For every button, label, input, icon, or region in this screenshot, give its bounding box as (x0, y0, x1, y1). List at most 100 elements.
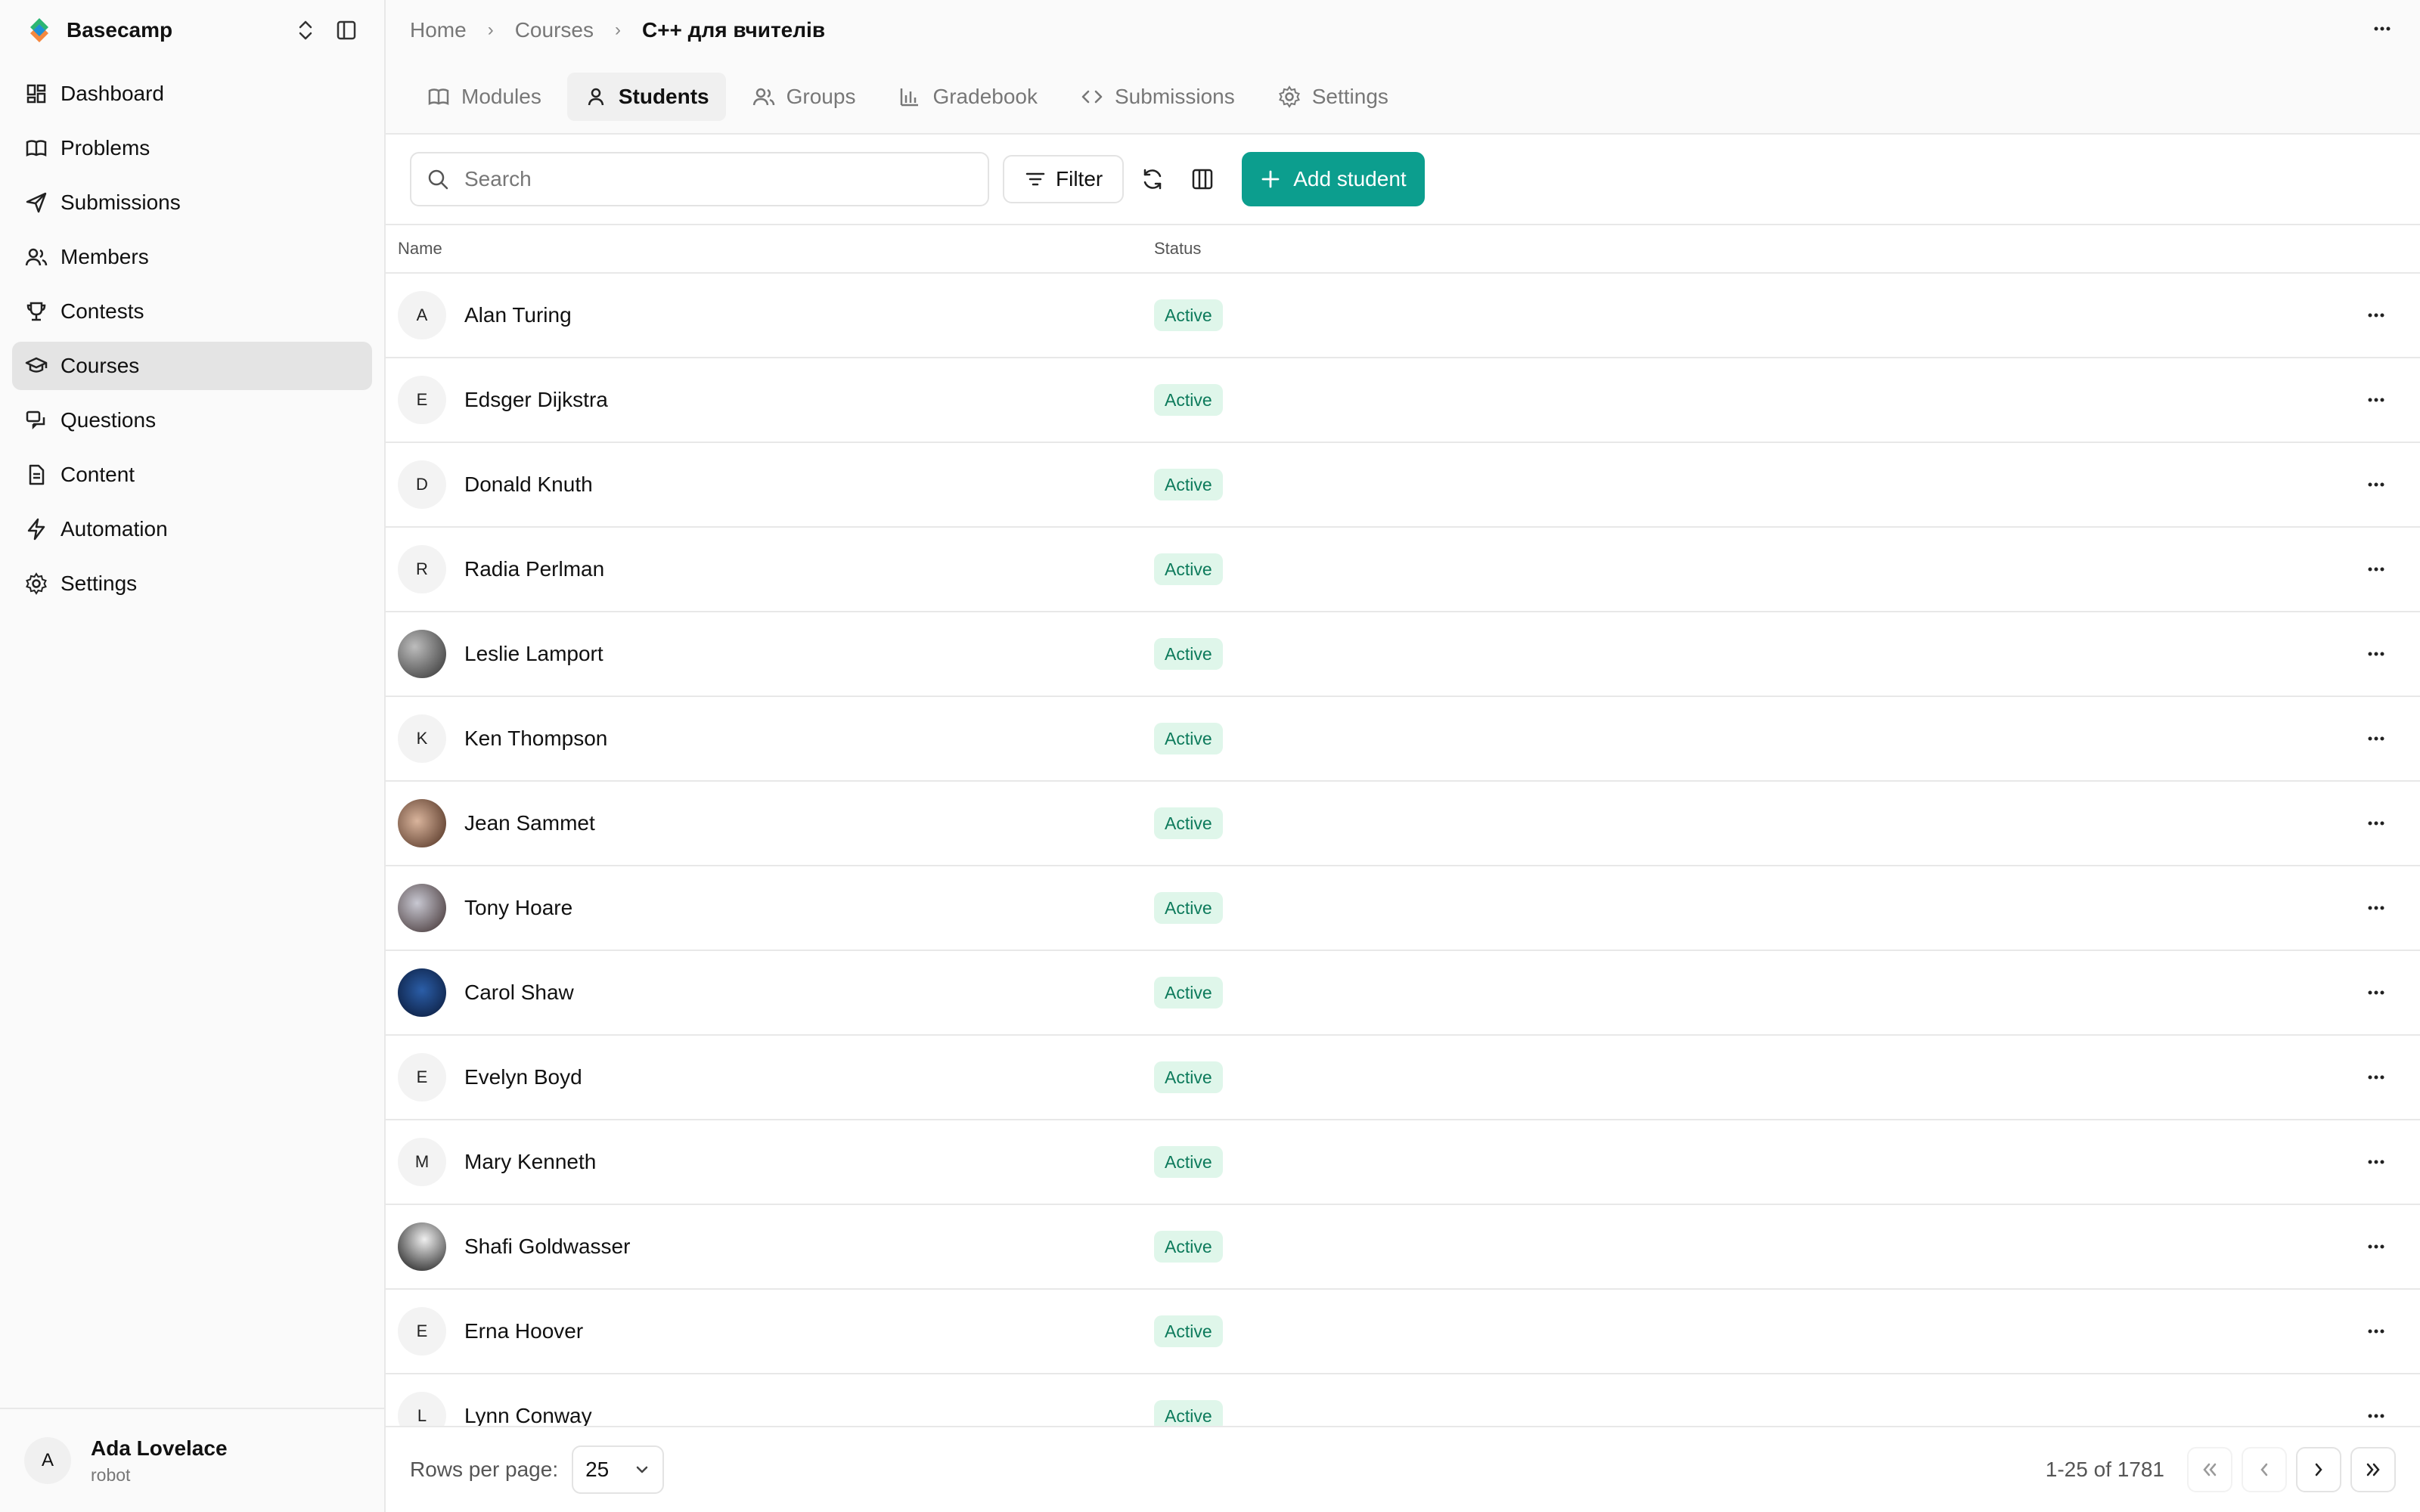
tab-groups[interactable]: Groups (735, 73, 873, 121)
table-row[interactable]: D Donald Knuth Active (386, 443, 2420, 528)
row-actions-button[interactable] (2358, 805, 2394, 841)
student-name[interactable]: Radia Perlman (464, 557, 1154, 581)
last-page-button[interactable] (2350, 1447, 2396, 1492)
sidebar-item-settings[interactable]: Settings (12, 559, 372, 608)
sidebar-item-automation[interactable]: Automation (12, 505, 372, 553)
toggle-sidebar-button[interactable] (333, 17, 360, 44)
ellipsis-icon (2368, 736, 2384, 741)
table-row[interactable]: Leslie Lamport Active (386, 612, 2420, 697)
sidebar-item-members[interactable]: Members (12, 233, 372, 281)
student-name[interactable]: Edsger Dijkstra (464, 388, 1154, 412)
student-name[interactable]: Erna Hoover (464, 1319, 1154, 1343)
user-profile[interactable]: A Ada Lovelace robot (0, 1408, 384, 1512)
tab-settings[interactable]: Settings (1261, 73, 1405, 121)
student-name[interactable]: Lynn Conway (464, 1404, 1154, 1427)
breadcrumb-home[interactable]: Home (410, 18, 467, 42)
student-name[interactable]: Carol Shaw (464, 981, 1154, 1005)
column-header-name[interactable]: Name (398, 239, 1154, 259)
sidebar-item-courses[interactable]: Courses (12, 342, 372, 390)
student-name[interactable]: Shafi Goldwasser (464, 1235, 1154, 1259)
student-name[interactable]: Ken Thompson (464, 727, 1154, 751)
filter-button[interactable]: Filter (1003, 155, 1125, 203)
student-name[interactable]: Donald Knuth (464, 472, 1154, 497)
ellipsis-icon (2368, 1075, 2384, 1080)
tab-submissions[interactable]: Submissions (1063, 73, 1252, 121)
ellipsis-icon (2368, 1414, 2384, 1418)
row-actions-button[interactable] (2358, 1313, 2394, 1349)
next-page-button[interactable] (2296, 1447, 2341, 1492)
app-name: Basecamp (67, 18, 173, 42)
row-actions-button[interactable] (2358, 1059, 2394, 1095)
sidebar-item-content[interactable]: Content (12, 451, 372, 499)
page-more-button[interactable] (2369, 15, 2396, 46)
table-row[interactable]: Jean Sammet Active (386, 782, 2420, 866)
row-actions-button[interactable] (2358, 890, 2394, 926)
sidebar-item-label: Contests (60, 299, 144, 323)
table-row[interactable]: Tony Hoare Active (386, 866, 2420, 951)
sidebar-item-submissions[interactable]: Submissions (12, 178, 372, 227)
student-name[interactable]: Tony Hoare (464, 896, 1154, 920)
tab-gradebook[interactable]: Gradebook (881, 73, 1054, 121)
search-input[interactable] (463, 166, 957, 192)
column-header-status[interactable]: Status (1154, 239, 1201, 259)
avatar (398, 799, 446, 847)
chevrons-up-down-icon (299, 20, 312, 40)
row-actions-button[interactable] (2358, 1398, 2394, 1427)
table-row[interactable]: E Edsger Dijkstra Active (386, 358, 2420, 443)
refresh-icon (1143, 169, 1162, 190)
student-name[interactable]: Leslie Lamport (464, 642, 1154, 666)
search-box[interactable] (410, 152, 989, 206)
refresh-button[interactable] (1131, 158, 1174, 200)
avatar: L (398, 1392, 446, 1427)
table-row[interactable]: R Radia Perlman Active (386, 528, 2420, 612)
user-role: robot (91, 1464, 131, 1485)
status-cell: Active (1154, 1061, 1223, 1093)
top-bar: Home › Courses › C++ для вчителів (386, 0, 2420, 60)
columns-button[interactable] (1181, 158, 1224, 200)
workspace-select-button[interactable] (292, 17, 319, 44)
table-row[interactable]: L Lynn Conway Active (386, 1374, 2420, 1427)
student-name[interactable]: Evelyn Boyd (464, 1065, 1154, 1089)
row-actions-button[interactable] (2358, 1228, 2394, 1265)
table-row[interactable]: E Erna Hoover Active (386, 1290, 2420, 1374)
previous-page-button[interactable] (2242, 1447, 2287, 1492)
row-actions-button[interactable] (2358, 551, 2394, 587)
table-row[interactable]: Carol Shaw Active (386, 951, 2420, 1036)
send-icon (26, 192, 47, 213)
breadcrumb-current: C++ для вчителів (641, 18, 826, 42)
table-row[interactable]: A Alan Turing Active (386, 274, 2420, 358)
sidebar-item-questions[interactable]: Questions (12, 396, 372, 445)
chevrons-right-icon (2366, 1463, 2380, 1476)
sidebar-item-problems[interactable]: Problems (12, 124, 372, 172)
student-name[interactable]: Mary Kenneth (464, 1150, 1154, 1174)
chart-icon (901, 88, 919, 107)
basecamp-logo-icon (30, 18, 48, 42)
row-actions-button[interactable] (2358, 1144, 2394, 1180)
first-page-button[interactable] (2187, 1447, 2232, 1492)
row-actions-button[interactable] (2358, 297, 2394, 333)
add-student-label: Add student (1293, 167, 1407, 191)
status-badge: Active (1154, 722, 1223, 754)
row-actions-button[interactable] (2358, 636, 2394, 672)
workspace-switcher[interactable]: Basecamp (0, 0, 384, 60)
row-actions-button[interactable] (2358, 382, 2394, 418)
dashboard-icon (26, 84, 46, 104)
tab-modules[interactable]: Modules (410, 73, 558, 121)
table-row[interactable]: Shafi Goldwasser Active (386, 1205, 2420, 1290)
sidebar-item-dashboard[interactable]: Dashboard (12, 70, 372, 118)
row-actions-button[interactable] (2358, 466, 2394, 503)
rows-per-page-select[interactable]: 25 (572, 1445, 665, 1494)
gear-icon (1278, 85, 1300, 108)
student-name[interactable]: Alan Turing (464, 303, 1154, 327)
status-cell: Active (1154, 1230, 1223, 1263)
sidebar-item-contests[interactable]: Contests (12, 287, 372, 336)
tab-students[interactable]: Students (566, 73, 726, 121)
student-name[interactable]: Jean Sammet (464, 811, 1154, 835)
row-actions-button[interactable] (2358, 720, 2394, 757)
row-actions-button[interactable] (2358, 974, 2394, 1011)
breadcrumb-courses[interactable]: Courses (515, 18, 594, 42)
table-row[interactable]: M Mary Kenneth Active (386, 1120, 2420, 1205)
add-student-button[interactable]: Add student (1242, 152, 1425, 206)
table-row[interactable]: E Evelyn Boyd Active (386, 1036, 2420, 1120)
table-row[interactable]: K Ken Thompson Active (386, 697, 2420, 782)
